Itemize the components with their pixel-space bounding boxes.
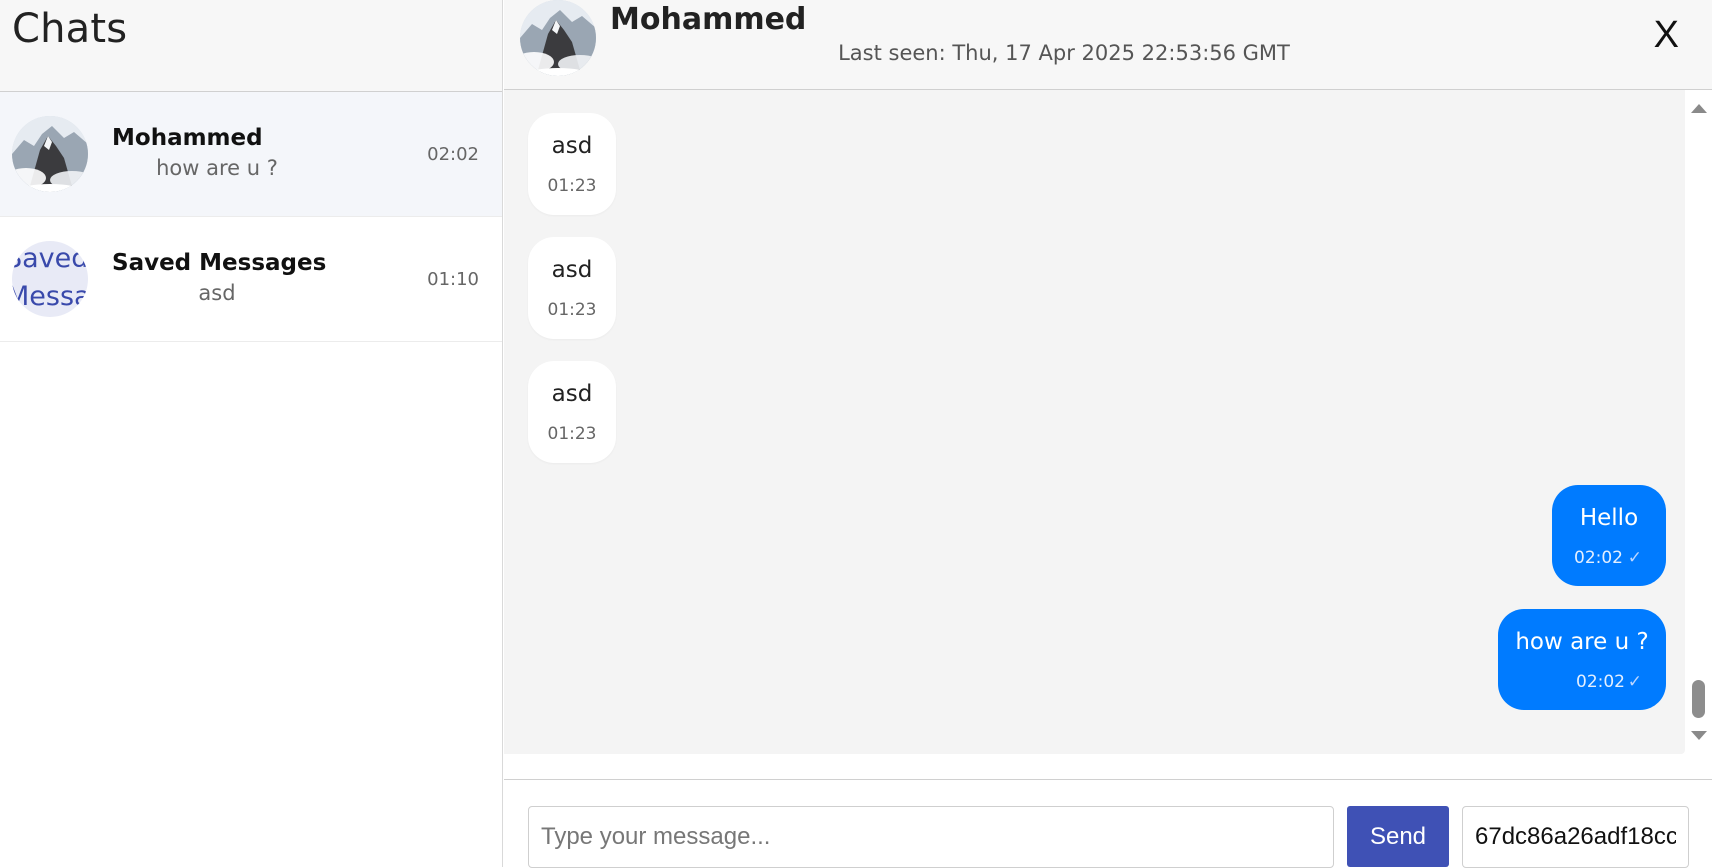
message-bubble-incoming: asd 01:23 <box>528 113 616 215</box>
message-bubble-outgoing: Hello 02:02 ✓ <box>1552 485 1666 586</box>
message-bubble-outgoing: how are u ? 02:02 ✓ <box>1498 609 1666 710</box>
message-text: asd <box>551 257 593 283</box>
chat-preview: asd <box>198 281 236 305</box>
message-text: how are u ? <box>1515 629 1649 655</box>
avatar <box>12 116 88 192</box>
message-time: 01:23 <box>547 300 597 320</box>
chat-item-mohammed[interactable]: Mohammed how are u ? 02:02 <box>0 92 502 217</box>
sidebar-title: Chats <box>12 6 128 52</box>
read-check-icon: ✓ <box>1627 672 1642 692</box>
message-text: asd <box>551 381 593 407</box>
message-input[interactable] <box>528 806 1334 868</box>
message-time: 02:02 <box>1574 548 1623 568</box>
message-composer: Send <box>504 779 1712 868</box>
contact-name: Mohammed <box>610 2 807 37</box>
send-button[interactable]: Send <box>1347 806 1449 867</box>
chat-list-sidebar: Chats Mohammed how are u ? 02:02 Saved M… <box>0 0 503 867</box>
mountain-avatar-image <box>12 116 88 192</box>
message-list[interactable]: asd 01:23 asd 01:23 asd 01:23 Hello 02:0… <box>504 90 1685 754</box>
chat-name: Saved Messages <box>112 250 327 276</box>
chat-header: Mohammed Last seen: Thu, 17 Apr 2025 22:… <box>504 0 1712 90</box>
avatar-text: Saved <box>12 243 88 274</box>
last-seen-status: Last seen: Thu, 17 Apr 2025 22:53:56 GMT <box>838 41 1290 65</box>
message-bubble-incoming: asd 01:23 <box>528 237 616 339</box>
message-time: 02:02 <box>1576 672 1625 692</box>
message-time: 01:23 <box>547 176 597 196</box>
chat-time: 01:10 <box>427 269 479 290</box>
saved-messages-avatar: Saved Messages <box>12 241 88 317</box>
message-text: Hello <box>1579 505 1639 531</box>
scroll-up-arrow-icon[interactable] <box>1691 104 1707 113</box>
recipient-id-input[interactable] <box>1462 806 1689 868</box>
scroll-down-arrow-icon[interactable] <box>1691 731 1707 740</box>
chat-name: Mohammed <box>112 125 263 151</box>
sidebar-header: Chats <box>0 0 502 92</box>
avatar-text: Messages <box>12 281 88 312</box>
chat-preview: how are u ? <box>156 156 278 180</box>
read-check-icon: ✓ <box>1627 548 1642 568</box>
message-time: 01:23 <box>547 424 597 444</box>
scrollbar-thumb[interactable] <box>1692 680 1705 718</box>
close-button[interactable]: X <box>1654 14 1679 57</box>
chat-item-saved-messages[interactable]: Saved Messages Saved Messages asd 01:10 <box>0 217 502 342</box>
chat-pane: Mohammed Last seen: Thu, 17 Apr 2025 22:… <box>504 0 1712 868</box>
message-scrollbar[interactable] <box>1685 90 1712 754</box>
message-text: asd <box>551 133 593 159</box>
chat-time: 02:02 <box>427 144 479 165</box>
message-bubble-incoming: asd 01:23 <box>528 361 616 463</box>
